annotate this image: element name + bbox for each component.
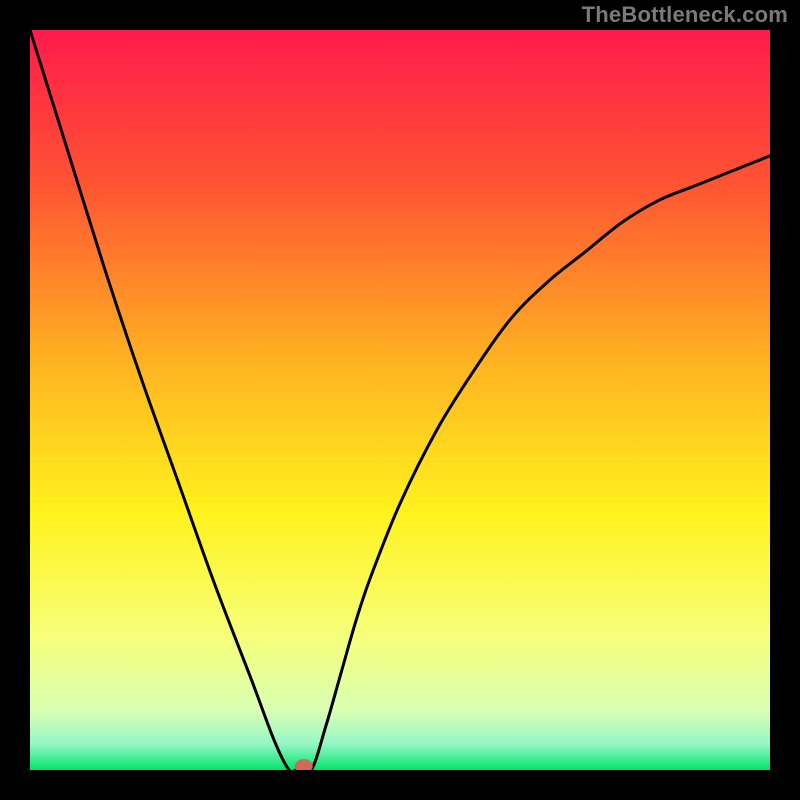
watermark-text: TheBottleneck.com xyxy=(582,2,788,28)
plot-background xyxy=(30,30,770,770)
plot-svg xyxy=(30,30,770,770)
plot-outer xyxy=(30,30,770,770)
chart-frame: TheBottleneck.com xyxy=(0,0,800,800)
